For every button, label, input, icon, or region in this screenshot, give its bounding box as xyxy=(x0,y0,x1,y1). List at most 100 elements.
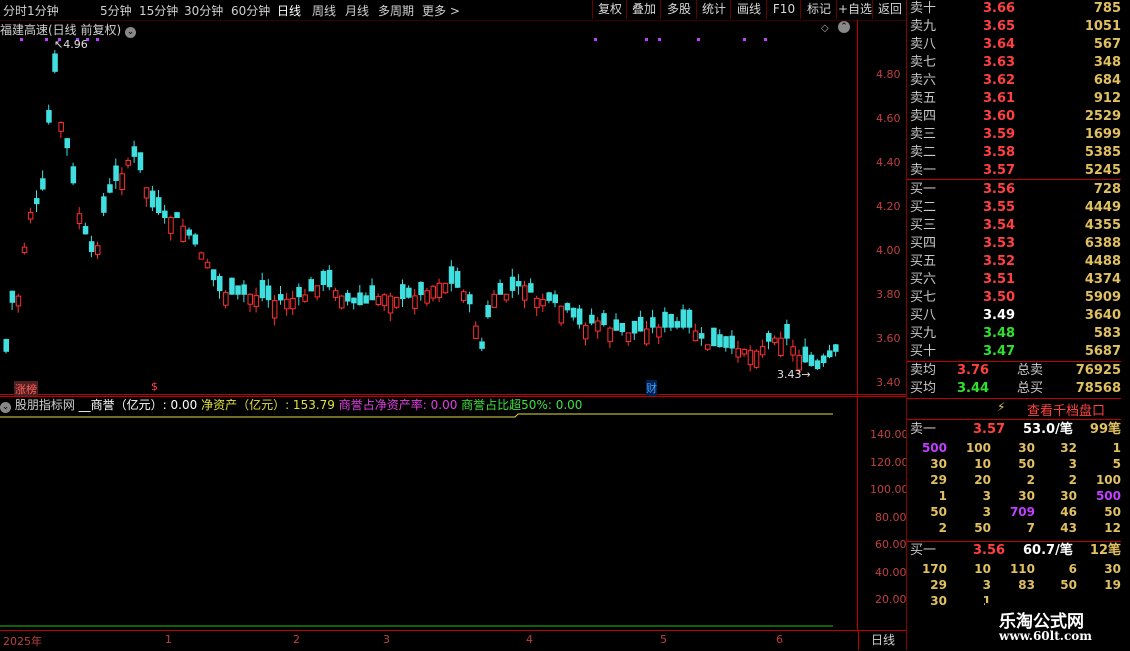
back-button[interactable]: 返回 xyxy=(872,0,907,19)
candle-body xyxy=(680,309,687,328)
candle-body xyxy=(34,198,40,205)
ask-row[interactable]: 卖八 3.64 567 xyxy=(907,36,1121,54)
candle-body xyxy=(503,293,510,301)
candle-body xyxy=(631,320,638,334)
candle-body xyxy=(101,196,107,213)
candle-body xyxy=(9,290,16,303)
bid-row[interactable]: 买一 3.56 728 xyxy=(907,181,1121,199)
queue-cell: 100 xyxy=(1095,473,1121,487)
ask-price: 3.59 xyxy=(983,127,1016,142)
bid-row[interactable]: 买八 3.49 3640 xyxy=(907,307,1121,325)
queue-cell: 100 xyxy=(965,441,991,455)
candle-body xyxy=(265,285,272,301)
candle-body xyxy=(393,296,400,308)
queue-cell: 29 xyxy=(930,473,947,487)
ytick: 4.00 xyxy=(876,244,901,257)
bid-label: 买二 xyxy=(910,200,937,215)
ask-row[interactable]: 卖二 3.58 5385 xyxy=(907,144,1121,162)
candle-body xyxy=(412,295,418,309)
zhangbang-marker[interactable]: 涨榜 xyxy=(14,381,38,397)
tab-daily[interactable]: 日线 xyxy=(277,2,301,19)
view-depth-button[interactable]: ⚡ 查看千档盘口 xyxy=(907,398,1121,420)
candle-body xyxy=(814,360,821,370)
ask-row[interactable]: 卖四 3.60 2529 xyxy=(907,108,1121,126)
queue-cell: 1 xyxy=(938,489,947,503)
candle-body xyxy=(698,333,705,339)
ask1-count: 99笔 xyxy=(1089,422,1121,437)
candle-body xyxy=(656,326,662,338)
ask-row[interactable]: 卖六 3.62 684 xyxy=(907,72,1121,90)
ask-row[interactable]: 卖十 3.66 785 xyxy=(907,0,1121,18)
indicator-chart[interactable] xyxy=(0,396,906,630)
candle-body xyxy=(241,284,247,295)
ytick: 3.80 xyxy=(876,288,901,301)
bid-row[interactable]: 买四 3.53 6388 xyxy=(907,235,1121,253)
ask-volume: 785 xyxy=(1093,1,1121,16)
overlay-button[interactable]: 叠加 xyxy=(626,0,661,19)
mark-button[interactable]: 标记 xyxy=(800,0,837,19)
ask-row[interactable]: 卖三 3.59 1699 xyxy=(907,126,1121,144)
low-price-value: 3.43 xyxy=(777,368,802,381)
candle-body xyxy=(95,245,101,255)
ask-row[interactable]: 卖七 3.63 348 xyxy=(907,54,1121,72)
tab-5min[interactable]: 5分钟 xyxy=(100,2,132,19)
tab-monthly[interactable]: 月线 xyxy=(345,2,369,19)
queue-cell: 30 xyxy=(930,594,947,608)
bid-row[interactable]: 买五 3.52 4488 xyxy=(907,253,1121,271)
candle-body xyxy=(741,348,748,355)
candle-body xyxy=(357,292,363,306)
candle-body xyxy=(729,335,735,349)
ask-row[interactable]: 卖一 3.57 5245 xyxy=(907,162,1121,180)
queue-cell: 30 xyxy=(1060,489,1077,503)
candlestick-chart[interactable] xyxy=(0,20,906,395)
candle-body xyxy=(515,281,522,287)
ask-row[interactable]: 卖九 3.65 1051 xyxy=(907,18,1121,36)
draw-line-button[interactable]: 画线 xyxy=(730,0,767,19)
ask-price: 3.65 xyxy=(983,19,1016,34)
high-price-label: ↖4.96 xyxy=(54,38,88,51)
tab-30min[interactable]: 30分钟 xyxy=(184,2,223,19)
bid-row[interactable]: 买七 3.50 5909 xyxy=(907,289,1121,307)
bid-row[interactable]: 买二 3.55 4449 xyxy=(907,199,1121,217)
ind-ytick: 140.00 xyxy=(870,428,909,441)
queue-cell: 50 xyxy=(930,505,947,519)
tab-15min[interactable]: 15分钟 xyxy=(139,2,178,19)
ask-row[interactable]: 卖五 3.61 912 xyxy=(907,90,1121,108)
queue-cell: 83 xyxy=(1018,578,1035,592)
signal-dot xyxy=(96,38,99,41)
candle-body xyxy=(479,341,485,349)
collapse-icon[interactable]: ⌃ xyxy=(838,21,850,33)
add-watchlist-button[interactable]: +自选 xyxy=(836,0,873,19)
finance-marker[interactable]: 财 xyxy=(646,380,657,396)
bid-row[interactable]: 买九 3.48 583 xyxy=(907,325,1121,343)
candle-body xyxy=(534,297,540,309)
tab-more[interactable]: 更多 > xyxy=(422,2,460,19)
restore-right-button[interactable]: 复权 xyxy=(592,0,627,19)
chevron-down-icon[interactable]: ⌄ xyxy=(125,27,137,38)
bid-price: 3.50 xyxy=(983,290,1016,305)
xtick: 4 xyxy=(526,633,533,646)
bid-row[interactable]: 买六 3.51 4374 xyxy=(907,271,1121,289)
tab-multi-period[interactable]: 多周期 xyxy=(378,2,414,19)
bid-row[interactable]: 买三 3.54 4355 xyxy=(907,217,1121,235)
bid-row[interactable]: 买十 3.47 5687 xyxy=(907,343,1121,361)
queue-cell: 50 xyxy=(1060,578,1077,592)
candle-body xyxy=(156,197,162,214)
candle-body xyxy=(820,355,827,364)
net-assets-line xyxy=(0,413,833,418)
tab-weekly[interactable]: 周线 xyxy=(312,2,336,19)
f10-button[interactable]: F10 xyxy=(766,0,801,19)
period-indicator[interactable]: 日线 xyxy=(858,631,907,650)
tab-1min[interactable]: 1分钟 xyxy=(27,2,59,19)
tab-60min[interactable]: 60分钟 xyxy=(231,2,270,19)
diamond-icon[interactable]: ◇ xyxy=(821,23,829,34)
statistics-button[interactable]: 统计 xyxy=(696,0,731,19)
dollar-marker[interactable]: $ xyxy=(151,380,158,393)
chart-title: 福建高速(日线 前复权) ⌄ xyxy=(0,21,137,38)
bid-volume: 4374 xyxy=(1084,272,1121,287)
queue-cell: 6 xyxy=(1068,562,1077,576)
candle-body xyxy=(76,213,83,224)
queue-cell: 2 xyxy=(1068,473,1077,487)
multi-stock-button[interactable]: 多股 xyxy=(660,0,697,19)
ytick: 4.40 xyxy=(876,156,901,169)
